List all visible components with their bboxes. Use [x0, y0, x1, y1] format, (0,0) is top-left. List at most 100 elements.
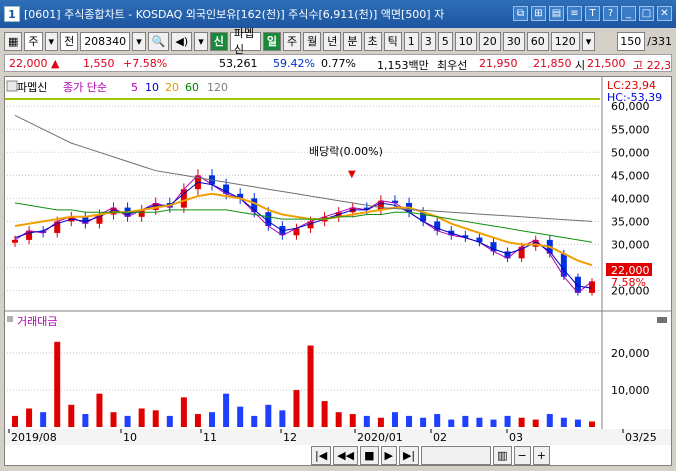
help-icon[interactable]: ?: [603, 6, 618, 21]
interval-10[interactable]: 10: [454, 31, 477, 51]
volume-bar: [377, 417, 384, 427]
window-titlebar: 1 [0601] 주식종합차트 - KOSDAQ 외국인보유[162(천)] 주…: [0, 0, 676, 28]
x-tick-label: 11: [203, 431, 217, 444]
interval-20[interactable]: 20: [478, 31, 501, 51]
interval-5[interactable]: 5: [437, 31, 453, 51]
volume-bar: [476, 417, 483, 427]
grid-icon[interactable]: ▦: [4, 31, 23, 51]
interval-1[interactable]: 1: [403, 31, 419, 51]
search-icon[interactable]: 🔍: [147, 31, 170, 51]
candle-body: [12, 239, 18, 243]
maximize-icon[interactable]: □: [639, 6, 654, 21]
price-tick-label: 45,000: [611, 169, 650, 182]
minimize-icon[interactable]: _: [621, 6, 636, 21]
volume-bar: [152, 410, 159, 427]
volume-bar: [406, 415, 413, 427]
period-second[interactable]: 초: [363, 31, 382, 51]
amount: 1,153백만: [377, 59, 429, 72]
interval-3[interactable]: 3: [420, 31, 436, 51]
x-tick-label: 10: [123, 431, 137, 444]
volume-bar: [251, 415, 258, 427]
volume-panel-icon: [7, 316, 13, 322]
volume-bar: [293, 389, 300, 427]
period-day[interactable]: 일: [262, 31, 282, 51]
volume-bar: [54, 341, 61, 427]
volume-bar: [110, 412, 117, 427]
legend-ma60: 60: [185, 81, 199, 94]
volume-bar: [124, 415, 131, 427]
scrollbar[interactable]: [421, 446, 492, 465]
speaker-dropdown-icon[interactable]: ▾: [194, 31, 208, 51]
period-year[interactable]: 년: [323, 31, 342, 51]
code-dropdown-icon[interactable]: ▾: [132, 31, 146, 51]
chart-svg[interactable]: 60,00055,00050,00045,00040,00035,00030,0…: [5, 77, 671, 465]
period-minute[interactable]: 분: [343, 31, 362, 51]
volume-bar: [560, 417, 567, 427]
legend-ma20: 20: [165, 81, 179, 94]
code-input[interactable]: 208340: [80, 31, 131, 51]
volume-bar: [448, 419, 455, 427]
price-tick-label: 40,000: [611, 192, 650, 205]
price-tick-label: 35,000: [611, 215, 650, 228]
volume-bar: [12, 415, 18, 427]
legend-ma10: 10: [145, 81, 159, 94]
current-pct-tag: 7.58%: [611, 276, 646, 289]
x-tick-label: 03: [509, 431, 523, 444]
volume-bar: [349, 414, 356, 427]
volume-bar: [223, 393, 230, 427]
stock-label: 파멥신: [17, 81, 47, 94]
interval-120[interactable]: 120: [550, 31, 580, 51]
legend-ma120: 120: [207, 81, 228, 94]
volume-bar: [307, 345, 314, 427]
zoom-out-icon[interactable]: −: [513, 446, 531, 465]
period-tick[interactable]: 틱: [383, 31, 402, 51]
prev-button[interactable]: 전: [60, 31, 79, 51]
chart-icon[interactable]: ≡: [567, 6, 582, 21]
volume-bar: [532, 419, 539, 427]
up-arrow-icon: ▲: [51, 57, 60, 70]
volume-bar: [574, 419, 581, 427]
bid-price: 21,850: [533, 57, 572, 70]
text-icon[interactable]: T: [585, 6, 600, 21]
volume-ratio: 59.42%: [273, 57, 315, 70]
speaker-icon[interactable]: ◀): [171, 31, 193, 51]
x-tick-label: 2020/01: [357, 431, 403, 444]
signal-badge[interactable]: 신: [209, 31, 228, 51]
first-icon[interactable]: |◀: [311, 446, 332, 465]
volume-tick-label: 20,000: [611, 347, 650, 360]
interval-dropdown-icon[interactable]: ▾: [581, 31, 596, 51]
rewind-icon[interactable]: ◀◀: [333, 446, 359, 465]
volume-bar: [420, 417, 427, 427]
volume-panel-toggle[interactable]: [657, 317, 667, 323]
page-count-input[interactable]: 150: [617, 31, 646, 51]
volume-bar: [462, 415, 469, 427]
zoom-in-icon[interactable]: +: [532, 446, 550, 465]
stock-name-field[interactable]: 파멥신: [229, 27, 261, 56]
ma-line-120: [14, 114, 593, 222]
volume-bar: [237, 406, 244, 427]
chart-area[interactable]: 60,000 55,000 50,000 45,000 40,000 35,000 30,0…: [4, 76, 672, 466]
volume-bar: [26, 408, 33, 427]
window-number: 1: [4, 6, 20, 22]
chart-type-icon[interactable]: ▥: [493, 446, 512, 465]
pin-icon[interactable]: ▤: [549, 6, 564, 21]
link-icon[interactable]: ⊞: [531, 6, 546, 21]
price: 22,000: [9, 57, 48, 70]
volume-bar: [363, 415, 370, 427]
market-dropdown-icon[interactable]: ▾: [44, 31, 59, 51]
interval-60[interactable]: 60: [526, 31, 549, 51]
market-select[interactable]: 주: [24, 31, 43, 51]
last-icon[interactable]: ▶|: [398, 446, 420, 465]
play-icon[interactable]: ▶: [380, 446, 397, 465]
interval-30[interactable]: 30: [502, 31, 525, 51]
volume-tick-label: 10,000: [611, 384, 650, 397]
period-month[interactable]: 월: [303, 31, 322, 51]
change: 1,550: [83, 57, 115, 70]
stop-icon[interactable]: ■: [360, 446, 379, 465]
period-week[interactable]: 주: [283, 31, 302, 51]
close-icon[interactable]: ✕: [657, 6, 672, 21]
restore-icon[interactable]: ⧉: [513, 6, 528, 21]
ask-price: 21,950: [479, 57, 518, 70]
volume-bar: [391, 412, 398, 427]
volume-bar: [138, 408, 145, 427]
